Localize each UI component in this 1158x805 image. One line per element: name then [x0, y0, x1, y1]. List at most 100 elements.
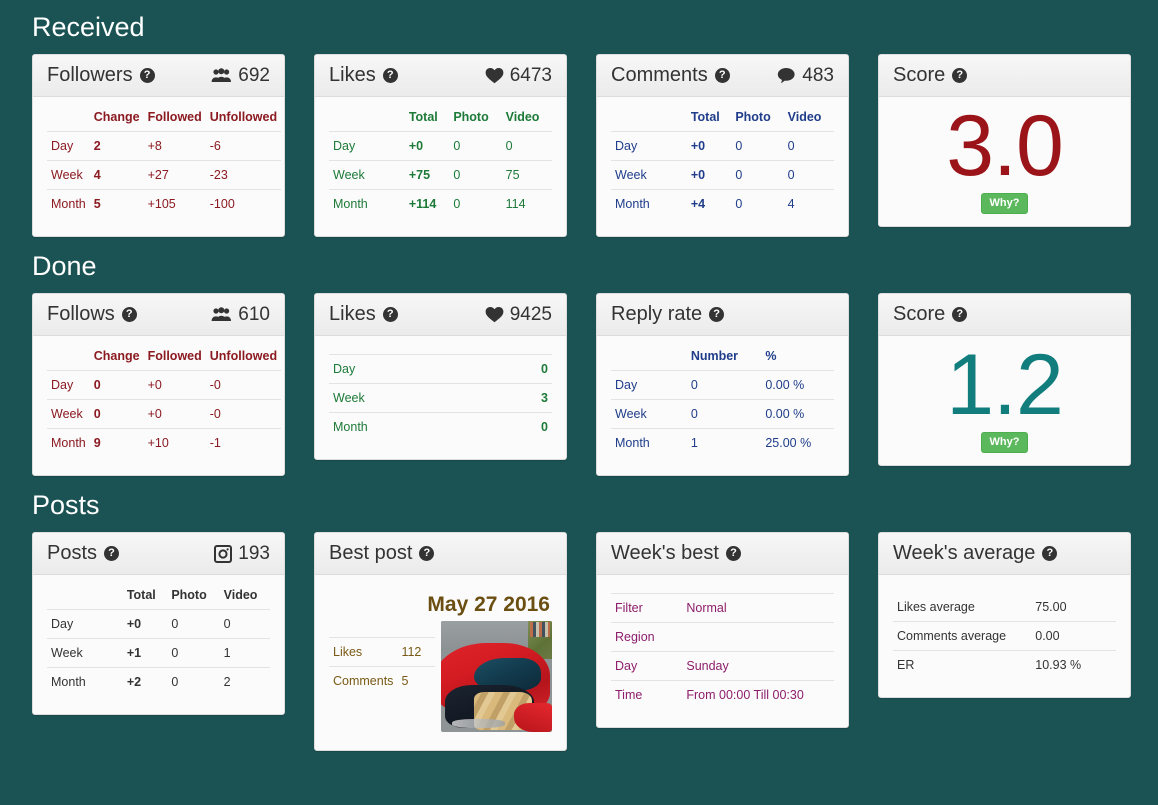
table-header-row: Total Photo Video [47, 585, 270, 610]
cell-photo: 0 [449, 131, 502, 161]
cell-unfollowed: -0 [205, 399, 282, 429]
help-icon[interactable]: ? [139, 68, 155, 83]
help-icon[interactable]: ? [382, 307, 398, 322]
table-row: Month 1 25.00 % [611, 428, 834, 457]
cell-change: 2 [89, 131, 144, 161]
row-label: Region [611, 621, 683, 651]
cell-value: 0 [404, 411, 552, 441]
table-row: Week 0 0.00 % [611, 399, 834, 429]
cell-followed: +27 [143, 160, 206, 190]
cell-value: From 00:00 Till 00:30 [682, 679, 834, 709]
row-label: Filter [611, 592, 683, 622]
best-post-thumbnail[interactable] [441, 621, 552, 732]
cell-followed: +8 [143, 131, 206, 161]
best-post-stats: Likes 112 Comments 5 [329, 621, 435, 695]
help-icon[interactable]: ? [419, 546, 435, 561]
col-photo: Photo [171, 588, 207, 602]
help-icon[interactable]: ? [952, 68, 968, 83]
spacer-cell [329, 346, 405, 354]
help-icon[interactable]: ? [1042, 546, 1058, 561]
cell-photo: 0 [731, 160, 784, 190]
card-header-followers: Followers ? 692 [33, 55, 284, 97]
section-title-done: Done [32, 251, 97, 281]
table-header-row: Total Photo Video [329, 107, 552, 132]
help-icon[interactable]: ? [104, 546, 120, 561]
table-row: Day 2 +8 -6 [47, 131, 282, 161]
cell-followed: +10 [143, 428, 206, 457]
comments-total: 483 [802, 64, 834, 86]
comments-total-group: 483 [777, 65, 834, 87]
cell-photo: 0 [167, 609, 220, 639]
spacer-cell [1031, 585, 1116, 593]
card-title-weeks-average: Week's average [893, 542, 1036, 564]
cell-video: 114 [501, 189, 552, 218]
card-body-likes-received: Total Photo Video Day +0 0 0 Week +75 0 … [315, 97, 566, 236]
cell-value: Sunday [682, 650, 834, 680]
table-row: Week +0 0 0 [611, 160, 834, 190]
help-icon[interactable]: ? [382, 68, 398, 83]
weeks-average-table: Likes average 75.00 Comments average 0.0… [893, 585, 1116, 679]
cell-number: 0 [686, 399, 762, 429]
card-weeks-best: Week's best ? Filter Normal Region Day S… [596, 532, 849, 728]
help-icon[interactable]: ? [121, 307, 137, 322]
row-label: Day [611, 650, 683, 680]
help-icon[interactable]: ? [952, 307, 968, 322]
cell-video: 0 [219, 609, 270, 639]
users-icon [211, 68, 232, 83]
cell-video: 0 [783, 160, 834, 190]
col-total: Total [126, 588, 156, 602]
cell-unfollowed: -100 [205, 189, 282, 218]
help-icon[interactable]: ? [709, 307, 725, 322]
cell-number: 1 [686, 428, 762, 457]
table-row: Day Sunday [611, 650, 834, 680]
why-button[interactable]: Why? [980, 432, 1029, 454]
users-icon [211, 307, 232, 322]
speech-bubble-icon [777, 67, 796, 84]
table-row: Likes 112 [329, 637, 435, 667]
cell-value: 75.00 [1035, 600, 1067, 614]
col-total: Total [408, 110, 438, 124]
card-header-best-post: Best post ? [315, 533, 566, 575]
best-post-date: May 27 2016 [427, 593, 550, 616]
card-body-best-post: May 27 2016 Likes 112 Comments 5 [315, 575, 566, 750]
cell-video: 0 [783, 131, 834, 161]
col-followed: Followed [147, 349, 202, 363]
score-value-done: 1.2 [946, 337, 1064, 433]
help-icon[interactable]: ? [714, 68, 730, 83]
cell-change: 4 [89, 160, 144, 190]
why-button[interactable]: Why? [980, 193, 1029, 215]
cell-value: 0 [404, 353, 552, 383]
card-header-score-received: Score ? [879, 55, 1130, 97]
table-row: Month 5 +105 -100 [47, 189, 282, 218]
help-icon[interactable]: ? [725, 546, 741, 561]
cell-value: 5 [397, 666, 435, 695]
row-label: Week [47, 399, 90, 429]
reply-rate-table: Number % Day 0 0.00 % Week 0 0.00 % Mont… [611, 346, 834, 457]
likes-total-group: 6473 [485, 65, 552, 87]
row-label: Month [611, 189, 687, 218]
cell-value: 112 [397, 637, 435, 667]
row-label: Likes [329, 637, 398, 667]
table-row: Day +0 0 0 [47, 609, 270, 639]
row-label: Month [47, 189, 90, 218]
follows-table: Change Followed Unfollowed Day 0 +0 -0 W… [47, 346, 282, 457]
table-row: Filter Normal [611, 592, 834, 622]
card-score-done: Score ? 1.2 Why? [878, 293, 1131, 467]
comments-table: Total Photo Video Day +0 0 0 Week +0 0 0… [611, 107, 834, 218]
card-title-weeks-best: Week's best [611, 542, 719, 564]
col-video: Video [505, 110, 540, 124]
row-label: Day [47, 609, 123, 639]
col-number: Number [690, 349, 739, 363]
cell-percent: 25.00 % [761, 428, 834, 457]
row-label: Week [329, 382, 405, 412]
card-header-posts: Posts ? 193 [33, 533, 284, 575]
table-spacer-row [329, 346, 552, 354]
row-label: Likes average [897, 600, 975, 614]
cell-photo: 0 [449, 189, 502, 218]
col-change: Change [93, 110, 140, 124]
card-row-received: Followers ? 692 Change Followed Unfollow… [0, 54, 1158, 237]
table-row: Day 0 0.00 % [611, 370, 834, 400]
cell-unfollowed: -0 [205, 370, 282, 400]
cell-total: +2 [122, 667, 168, 696]
row-label: Month [611, 428, 687, 457]
